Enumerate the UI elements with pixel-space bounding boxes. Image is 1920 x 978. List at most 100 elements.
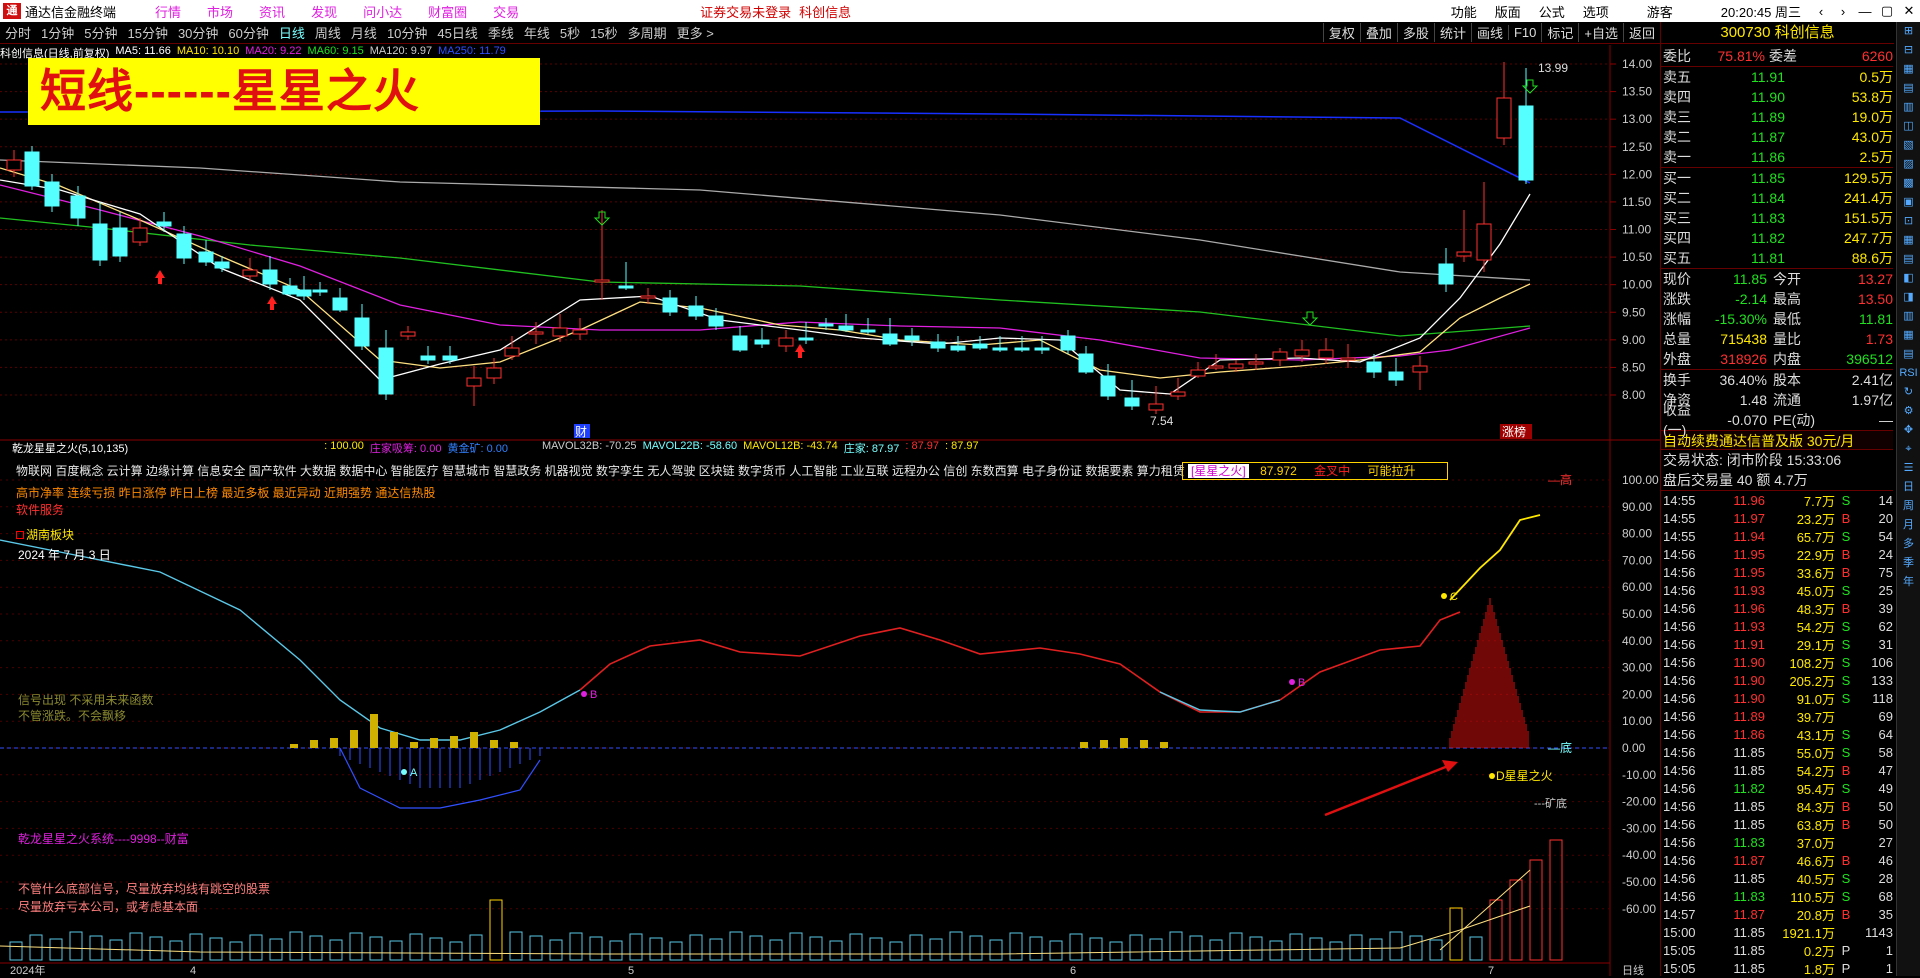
side-tool-icon[interactable]: ▧ — [1897, 136, 1920, 155]
period-5sec[interactable]: 5秒 — [555, 23, 585, 42]
menu-zixun[interactable]: 资讯 — [246, 2, 298, 21]
back-icon[interactable]: ‹ — [1810, 4, 1832, 19]
side-tool-icon[interactable]: 月 — [1897, 516, 1920, 535]
tool-tongji[interactable]: 统计 — [1433, 23, 1471, 42]
close-icon[interactable]: ✕ — [1898, 3, 1920, 19]
user-guest[interactable]: 游客 — [1638, 2, 1682, 21]
period-30min[interactable]: 30分钟 — [173, 23, 223, 42]
side-tool-icon[interactable]: ▥ — [1897, 307, 1920, 326]
menu-wenxiaoda[interactable]: 问小达 — [350, 2, 415, 21]
period-1min[interactable]: 1分钟 — [36, 23, 79, 42]
tick-side: S — [1841, 654, 1851, 670]
menu-banmian[interactable]: 版面 — [1486, 2, 1530, 21]
volume-bar — [709, 938, 723, 961]
tool-f10[interactable]: F10 — [1507, 25, 1541, 40]
period-quarter[interactable]: 季线 — [483, 23, 519, 42]
side-tool-icon[interactable]: 季 — [1897, 554, 1920, 573]
period-monthly[interactable]: 月线 — [346, 23, 382, 42]
period-fenshi[interactable]: 分时 — [0, 23, 36, 42]
side-tool-icon[interactable]: ▤ — [1897, 250, 1920, 269]
tick-count: 75 — [1878, 564, 1893, 580]
tool-diejia[interactable]: 叠加 — [1359, 23, 1397, 42]
side-tool-icon[interactable]: ⊞ — [1897, 22, 1920, 41]
volume-bar — [749, 935, 763, 961]
sub-indicator-name[interactable]: 乾龙星星之火(5,10,135) — [12, 440, 128, 456]
sub-indicator-line: 乾龙星星之火(5,10,135) : 100.00 庄家吸筹: 0.00 黄金矿… — [0, 440, 979, 456]
side-tool-icon[interactable]: 日 — [1897, 478, 1920, 497]
tick-price: 11.85 — [1733, 816, 1765, 832]
period-45day[interactable]: 45日线 — [432, 23, 482, 42]
volume-bar — [1329, 941, 1343, 961]
side-tool-icon[interactable]: ⚙ — [1897, 402, 1920, 421]
tool-zixuan[interactable]: +自选 — [1578, 23, 1623, 42]
period-15sec[interactable]: 15秒 — [585, 23, 622, 42]
candle-body — [688, 305, 704, 317]
side-tool-icon[interactable]: ◫ — [1897, 117, 1920, 136]
side-tool-icon[interactable]: RSI — [1897, 364, 1920, 383]
menu-shichang[interactable]: 市场 — [194, 2, 246, 21]
side-tool-icon[interactable]: ☰ — [1897, 459, 1920, 478]
menu-gongshi[interactable]: 公式 — [1530, 2, 1574, 21]
maximize-icon[interactable]: ▢ — [1876, 3, 1898, 19]
login-warning[interactable]: 证券交易未登录 — [700, 2, 791, 21]
side-tool-icon[interactable]: ▩ — [1897, 174, 1920, 193]
subscription-ad[interactable]: 自动续费通达信普及版 30元/月 — [1661, 430, 1893, 450]
menu-jiaoyi[interactable]: 交易 — [480, 2, 532, 21]
ask-price: 11.87 — [1751, 129, 1785, 145]
period-daily[interactable]: 日线 — [274, 23, 310, 42]
side-tool-icon[interactable]: ⊟ — [1897, 41, 1920, 60]
ask-row: 卖四 11.90 53.8万 — [1661, 87, 1893, 107]
tick-side: S — [1841, 888, 1851, 904]
period-weekly[interactable]: 周线 — [310, 23, 346, 42]
tick-list[interactable]: 14:55 11.96 7.7万 S 14 14:55 11.97 23.2万 B 20 14:55… — [1661, 491, 1920, 977]
ask-label: 卖五 — [1663, 69, 1691, 85]
tool-duogu[interactable]: 多股 — [1396, 23, 1434, 42]
menu-faxian[interactable]: 发现 — [298, 2, 350, 21]
period-multi[interactable]: 多周期 — [623, 23, 672, 42]
candle-body — [1228, 363, 1244, 369]
side-tool-icon[interactable]: ▤ — [1897, 345, 1920, 364]
period-more[interactable]: 更多 > — [672, 23, 719, 42]
stock-code-name[interactable]: 300730 科创信息 — [1661, 22, 1894, 44]
sector-tag: 湖南板块 — [16, 526, 74, 543]
menu-hangqing[interactable]: 行情 — [142, 2, 194, 21]
stat-value: 11.85 — [1733, 271, 1767, 287]
side-tool-icon[interactable]: ▤ — [1897, 79, 1920, 98]
tool-fuquan[interactable]: 复权 — [1322, 23, 1360, 42]
tick-side: B — [1841, 816, 1851, 832]
menu-gongneng[interactable]: 功能 — [1442, 2, 1486, 21]
candle-body — [420, 355, 436, 361]
minimize-icon[interactable]: — — [1854, 4, 1876, 19]
tool-fanhui[interactable]: 返回 — [1622, 23, 1660, 42]
period-5min[interactable]: 5分钟 — [79, 23, 122, 42]
side-tool-icon[interactable]: ↻ — [1897, 383, 1920, 402]
side-tool-icon[interactable]: ▦ — [1897, 326, 1920, 345]
side-tool-icon[interactable]: ▨ — [1897, 155, 1920, 174]
kline-chart[interactable]: 14.00 13.50 13.00 12.50 12.00 11.50 11.00 10.50… — [0, 45, 1660, 976]
side-tool-icon[interactable]: ⌖ — [1897, 440, 1920, 459]
checkbox-icon[interactable] — [16, 531, 24, 539]
side-tool-icon[interactable]: 多 — [1897, 535, 1920, 554]
side-tool-icon[interactable]: ▥ — [1897, 98, 1920, 117]
side-tool-icon[interactable]: ▣ — [1897, 193, 1920, 212]
period-year[interactable]: 年线 — [519, 23, 555, 42]
tool-biaoji[interactable]: 标记 — [1541, 23, 1578, 42]
candle-body — [838, 325, 854, 331]
menu-caifuquan[interactable]: 财富圈 — [415, 2, 480, 21]
side-tool-icon[interactable]: ✥ — [1897, 421, 1920, 440]
side-tool-icon[interactable]: ▦ — [1897, 60, 1920, 79]
side-tool-icon[interactable]: ▦ — [1897, 231, 1920, 250]
side-tool-icon[interactable]: ⊡ — [1897, 212, 1920, 231]
side-tool-icon[interactable]: 年 — [1897, 573, 1920, 592]
period-60min[interactable]: 60分钟 — [223, 23, 273, 42]
menu-xuanxiang[interactable]: 选项 — [1574, 2, 1618, 21]
tool-huaxian[interactable]: 画线 — [1470, 23, 1508, 42]
side-tool-icon[interactable]: 周 — [1897, 497, 1920, 516]
price-tick-label: 13.00 — [1622, 112, 1652, 126]
side-tool-icon[interactable]: ◨ — [1897, 288, 1920, 307]
tick-price: 11.85 — [1733, 798, 1765, 814]
period-15min[interactable]: 15分钟 — [122, 23, 172, 42]
side-tool-icon[interactable]: ◧ — [1897, 269, 1920, 288]
forward-icon[interactable]: › — [1832, 4, 1854, 19]
period-10min[interactable]: 10分钟 — [382, 23, 432, 42]
